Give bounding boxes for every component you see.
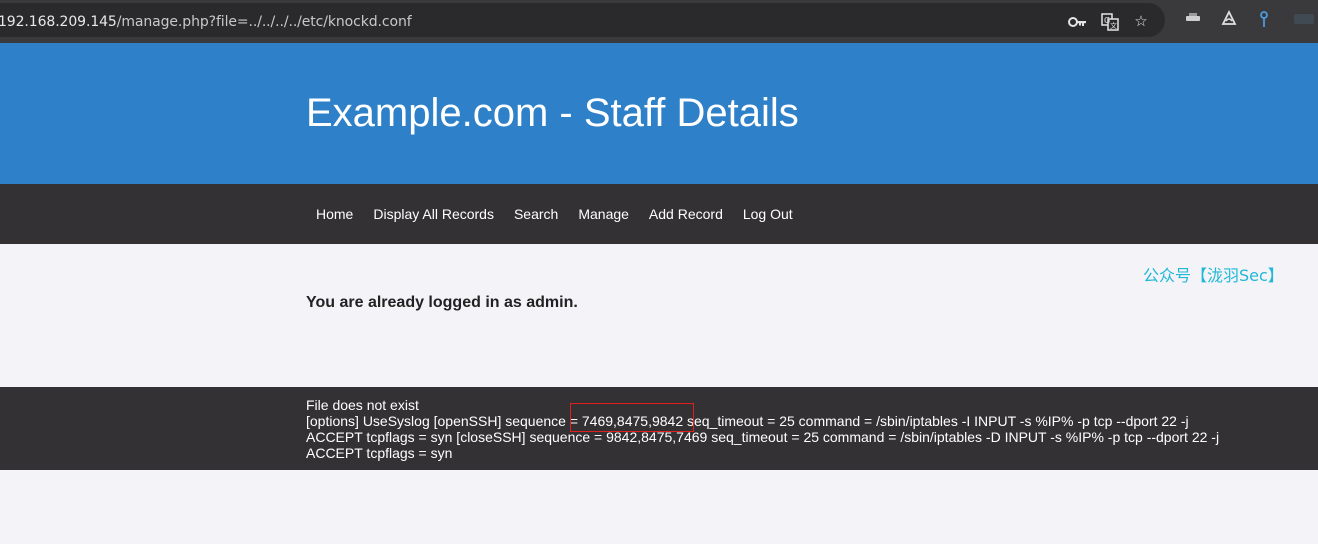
nav-add-record[interactable]: Add Record: [639, 206, 733, 222]
nav-display-all-records[interactable]: Display All Records: [363, 206, 504, 222]
file-output: File does not exist [options] UseSyslog …: [306, 397, 1306, 461]
extension-3-icon[interactable]: [1254, 9, 1274, 29]
main-nav: Home Display All Records Search Manage A…: [0, 184, 1318, 244]
extension-2-icon[interactable]: [1219, 9, 1239, 29]
extension-4-icon[interactable]: [1290, 9, 1318, 29]
output-line: [options] UseSyslog [openSSH] sequence =…: [306, 413, 1189, 429]
browser-toolbar: 192.168.209.145/manage.php?file=../../..…: [0, 0, 1318, 43]
logged-in-message: You are already logged in as admin.: [306, 294, 578, 311]
star-icon[interactable]: ☆: [1131, 13, 1151, 31]
address-bar[interactable]: 192.168.209.145/manage.php?file=../../..…: [0, 3, 1165, 37]
site-title: Example.com - Staff Details: [306, 91, 799, 135]
sequence-highlight-box: [570, 403, 694, 432]
svg-text:文: 文: [1110, 21, 1117, 30]
nav-manage[interactable]: Manage: [568, 206, 639, 222]
extension-1-icon[interactable]: [1183, 9, 1203, 29]
output-line: File does not exist: [306, 397, 419, 413]
nav-search[interactable]: Search: [504, 206, 568, 222]
output-line: ACCEPT tcpflags = syn [closeSSH] sequenc…: [306, 429, 1220, 445]
url-host: 192.168.209.145: [0, 14, 117, 30]
nav-home[interactable]: Home: [306, 206, 363, 222]
key-icon[interactable]: [1067, 13, 1087, 31]
url-path: /manage.php?file=../../../../etc/knockd.…: [116, 14, 412, 30]
output-line: ACCEPT tcpflags = syn: [306, 445, 453, 461]
watermark-text: 公众号【泷羽Sec】: [1143, 266, 1284, 285]
translate-icon[interactable]: G文: [1100, 13, 1120, 31]
site-header: Example.com - Staff Details: [0, 43, 1318, 184]
nav-log-out[interactable]: Log Out: [733, 206, 803, 222]
url-text[interactable]: 192.168.209.145/manage.php?file=../../..…: [0, 14, 412, 30]
